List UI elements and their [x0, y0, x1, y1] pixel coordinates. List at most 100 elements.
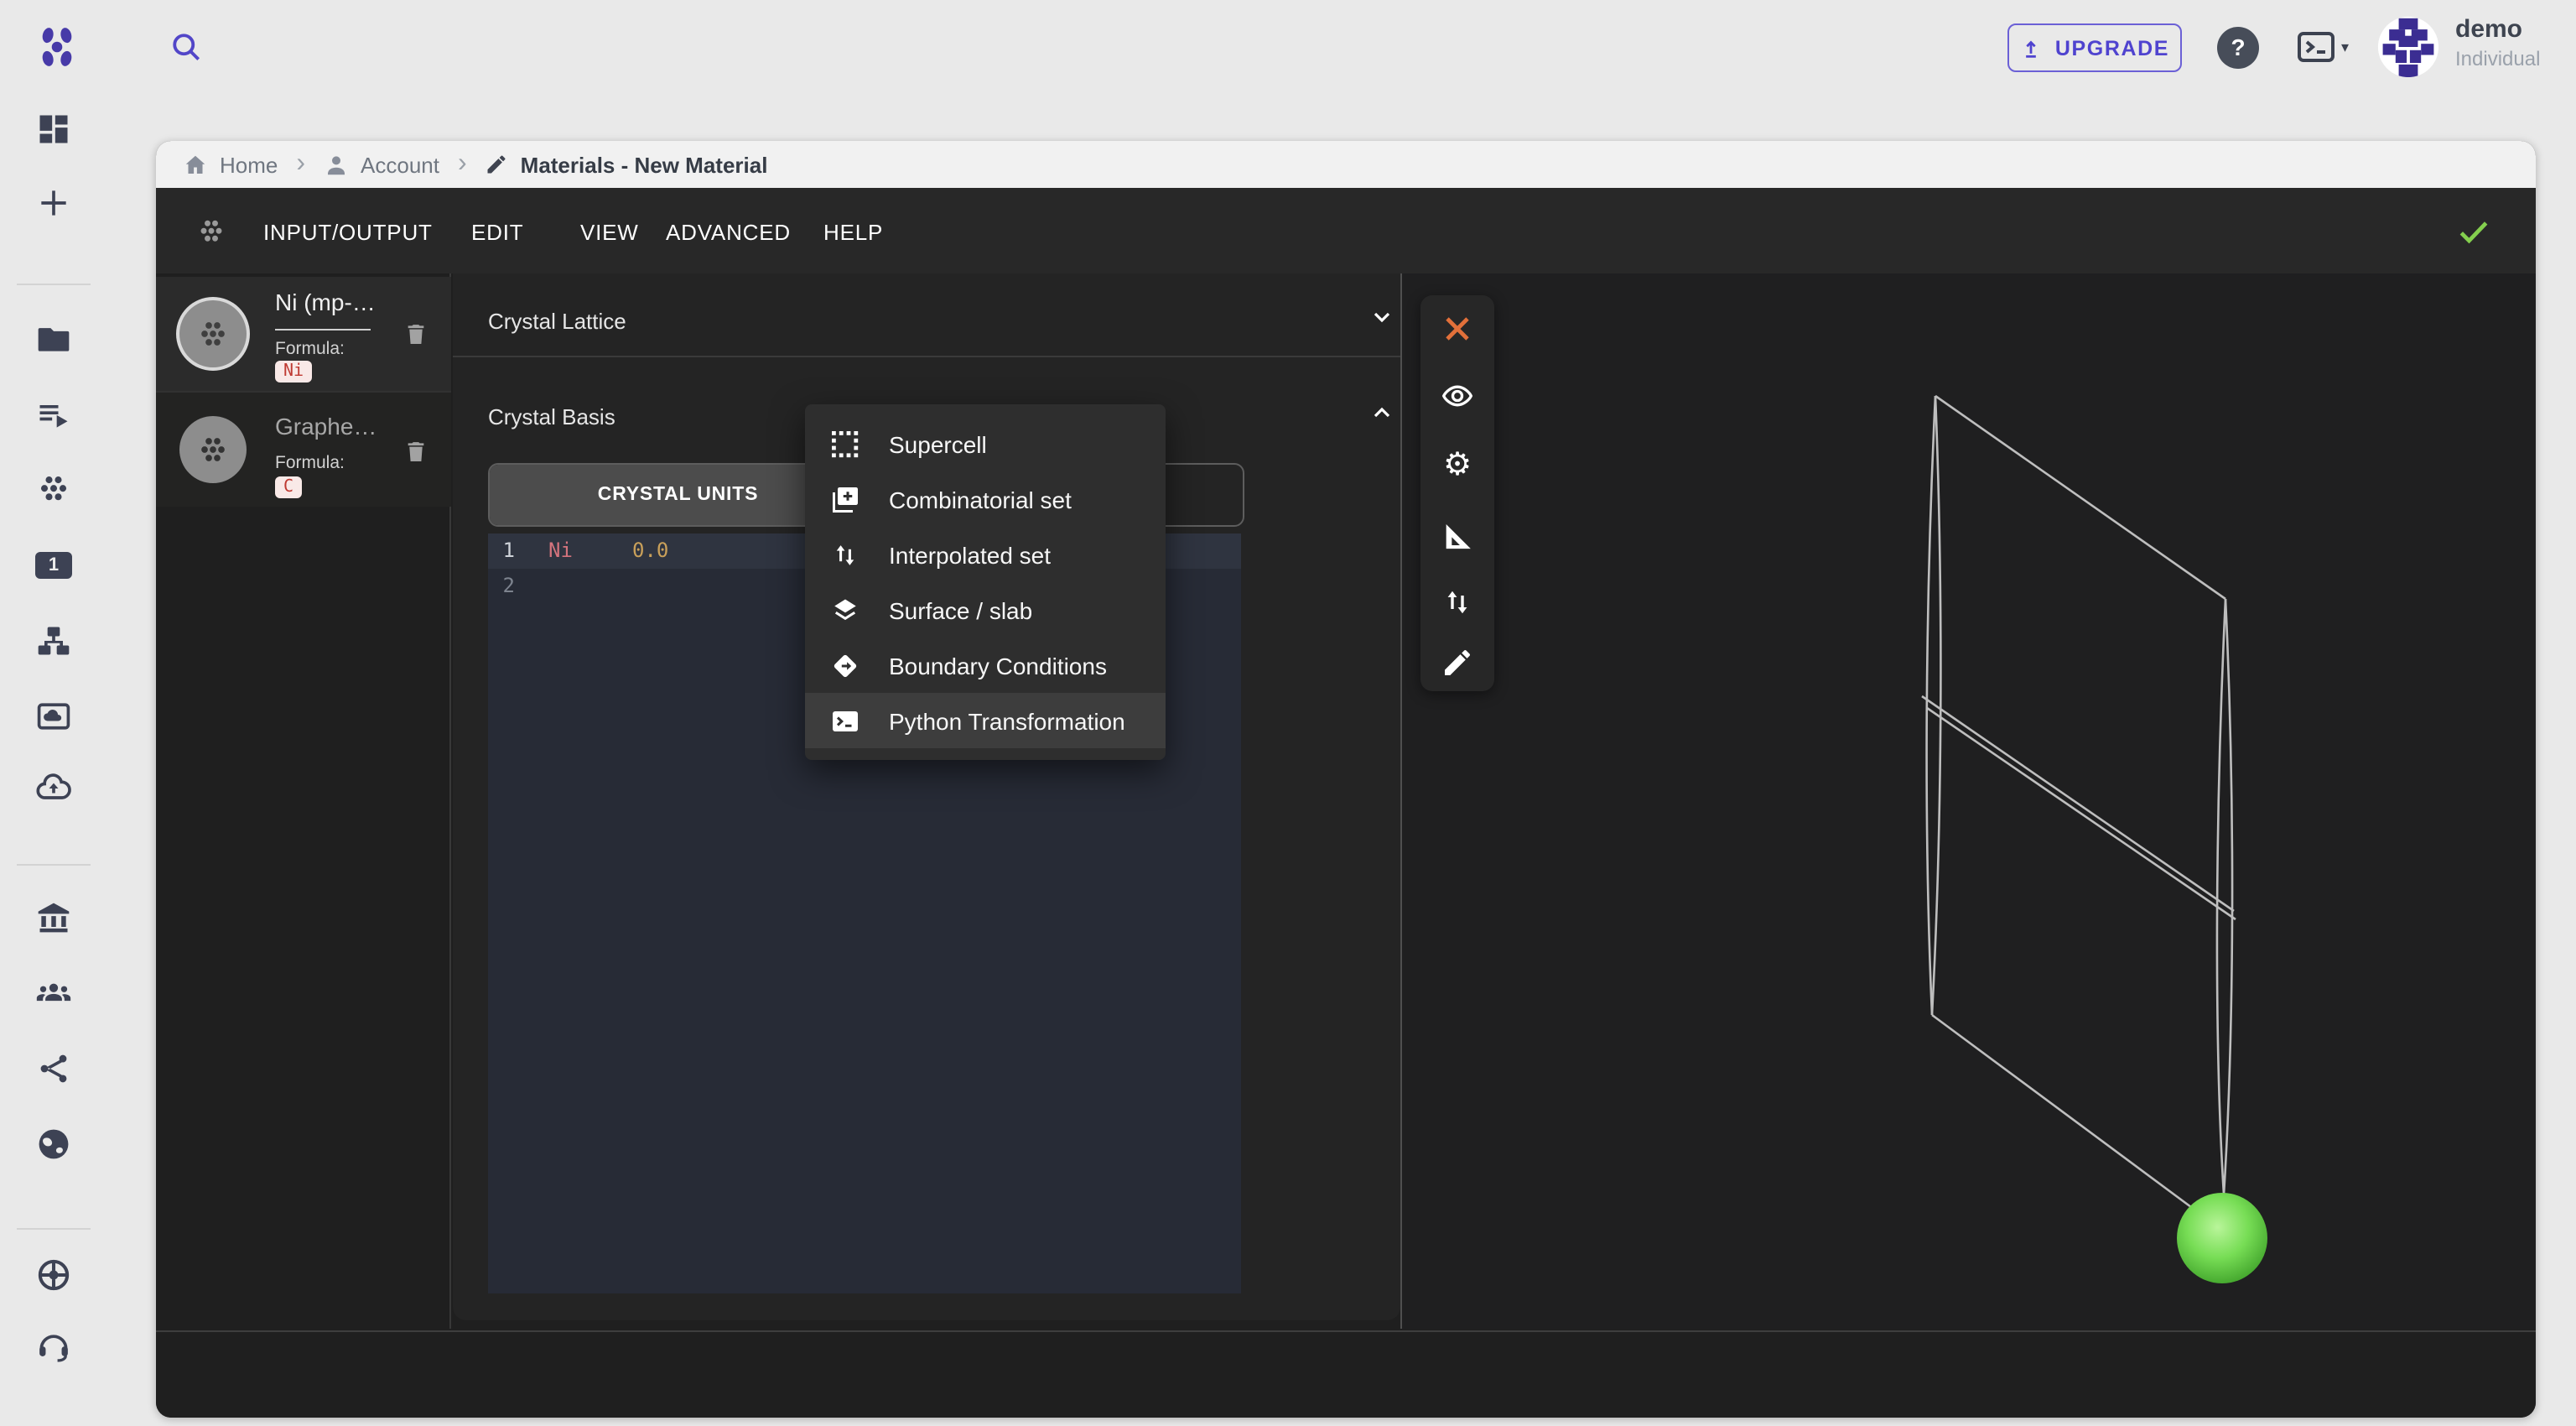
menu-item-python-transformation[interactable]: Python Transformation: [805, 693, 1166, 748]
sidebar-divider: [17, 284, 91, 285]
breadcrumb-home[interactable]: Home: [183, 152, 278, 177]
breadcrumb-account-label: Account: [361, 152, 439, 177]
dashboard-icon[interactable]: [35, 111, 72, 148]
terminal-icon: [2296, 30, 2336, 64]
menu-item-label: Interpolated set: [889, 541, 1051, 568]
code-token-element: Ni: [548, 533, 573, 569]
material-item-graphene[interactable]: Graphe… Formula: C: [156, 393, 451, 507]
breadcrumb: Home › Account › Materials - New Materia…: [156, 141, 2536, 188]
eye-icon[interactable]: [1441, 379, 1474, 413]
crystal-basis-header[interactable]: Crystal Basis: [488, 404, 615, 429]
line-number: 2: [495, 569, 515, 604]
upgrade-label: UPGRADE: [2055, 36, 2169, 60]
formula-chip: C: [275, 476, 302, 498]
close-icon[interactable]: [1441, 312, 1474, 346]
settings-gear-icon[interactable]: ⚙: [1441, 448, 1474, 481]
material-avatar: [179, 300, 247, 367]
atom-ni: [2177, 1193, 2267, 1283]
measure-ruler-icon[interactable]: [1441, 520, 1474, 554]
chevron-up-icon[interactable]: [1368, 399, 1395, 426]
upload-icon: [2020, 36, 2044, 60]
menu-item-label: Supercell: [889, 430, 987, 457]
formula-chip: Ni: [275, 361, 312, 383]
globe-icon[interactable]: [35, 1126, 72, 1163]
formula-label: Formula:: [275, 453, 345, 473]
menu-view[interactable]: VIEW: [580, 220, 639, 245]
sidebar: 1: [0, 0, 107, 1426]
menu-edit[interactable]: EDIT: [471, 220, 523, 245]
user-name: demo: [2455, 15, 2522, 44]
advanced-dropdown-menu: Supercell Combinatorial set Interpolated…: [805, 404, 1166, 760]
helm-wheel-icon[interactable]: [35, 1257, 72, 1293]
designer-card: Home › Account › Materials - New Materia…: [156, 141, 2536, 1418]
card-bottom-bar: [156, 1330, 2536, 1418]
chevron-down-icon[interactable]: [1368, 304, 1395, 330]
materials-panel: Ni (mp-… Formula: Ni Graphe… Formula: C: [156, 273, 451, 1329]
person-icon: [324, 152, 349, 177]
menu-help[interactable]: HELP: [823, 220, 883, 245]
layers-icon: [830, 595, 860, 625]
app-stage: 1 UPGRADE ? ▾ demo Individual: [0, 0, 2576, 1426]
headset-icon[interactable]: [35, 1329, 72, 1366]
menu-item-label: Surface / slab: [889, 596, 1032, 623]
user-avatar[interactable]: [2376, 15, 2440, 79]
menu-item-combinatorial-set[interactable]: Combinatorial set: [805, 471, 1166, 527]
console-menu-button[interactable]: ▾: [2296, 30, 2356, 64]
edit-pencil-icon[interactable]: [1441, 646, 1474, 679]
topbar: UPGRADE ? ▾ demo Individual: [107, 0, 2576, 94]
bank-icon[interactable]: [35, 899, 72, 936]
unit-badge-icon[interactable]: 1: [35, 547, 72, 584]
molecule-icon[interactable]: [35, 471, 72, 508]
trash-icon[interactable]: [402, 320, 429, 347]
terminal-icon: [830, 705, 860, 736]
viewer-3d[interactable]: ⚙ i: [1402, 273, 2536, 1329]
tab-crystal-units-label: CRYSTAL UNITS: [598, 485, 758, 505]
menu-item-interpolated-set[interactable]: Interpolated set: [805, 527, 1166, 582]
sidebar-divider: [17, 1228, 91, 1230]
breadcrumb-home-label: Home: [220, 152, 278, 177]
swap-vert-icon: [830, 539, 860, 570]
edit-pencil-icon: [486, 153, 509, 176]
avatar-identicon: [2376, 15, 2440, 79]
caret-down-icon: ▾: [2341, 38, 2349, 56]
menu-item-supercell[interactable]: Supercell: [805, 416, 1166, 471]
team-icon[interactable]: [35, 975, 72, 1012]
viewer-toolbar: ⚙: [1420, 295, 1494, 691]
material-item-ni[interactable]: Ni (mp-… Formula: Ni: [156, 277, 451, 391]
plus-icon[interactable]: [35, 185, 72, 221]
breadcrumb-account[interactable]: Account: [324, 152, 439, 177]
workflow-icon[interactable]: [35, 622, 72, 659]
menu-item-surface-slab[interactable]: Surface / slab: [805, 582, 1166, 638]
menu-item-boundary-conditions[interactable]: Boundary Conditions: [805, 638, 1166, 693]
section-divider: [453, 356, 1400, 357]
menubar-molecule-icon: [196, 216, 226, 247]
folder-icon[interactable]: [35, 320, 72, 357]
menu-advanced[interactable]: ADVANCED: [666, 220, 791, 245]
crystal-lattice-header[interactable]: Crystal Lattice: [488, 309, 626, 334]
app-logo[interactable]: [35, 25, 79, 69]
breadcrumb-current: Materials - New Material: [486, 152, 768, 177]
help-button[interactable]: ?: [2217, 26, 2259, 68]
saved-check-icon: [2455, 213, 2492, 250]
share-icon[interactable]: [35, 1050, 72, 1087]
unit-badge-label: 1: [49, 555, 59, 575]
content-row: Ni (mp-… Formula: Ni Graphe… Formula: C: [156, 273, 2536, 1329]
media-image-icon[interactable]: [35, 698, 72, 735]
swap-vert-icon[interactable]: [1441, 585, 1474, 619]
menu-item-label: Combinatorial set: [889, 486, 1072, 513]
material-title-underline: [275, 329, 371, 330]
search-icon[interactable]: [168, 29, 205, 65]
trash-icon[interactable]: [402, 438, 429, 465]
cloud-upload-icon[interactable]: [35, 770, 72, 807]
upgrade-button[interactable]: UPGRADE: [2007, 23, 2182, 72]
material-title: Ni (mp-…: [275, 289, 376, 315]
editor-menubar: INPUT/OUTPUT EDIT VIEW ADVANCED HELP: [156, 188, 2536, 273]
breadcrumb-separator: ›: [293, 151, 309, 178]
menu-input-output[interactable]: INPUT/OUTPUT: [263, 220, 433, 245]
formula-label: Formula:: [275, 339, 345, 359]
sidebar-divider: [17, 864, 91, 866]
supercell-grid-icon: [830, 429, 860, 459]
playlist-run-icon[interactable]: [35, 396, 72, 433]
breadcrumb-current-label: Materials - New Material: [521, 152, 768, 177]
material-title: Graphe…: [275, 413, 377, 440]
